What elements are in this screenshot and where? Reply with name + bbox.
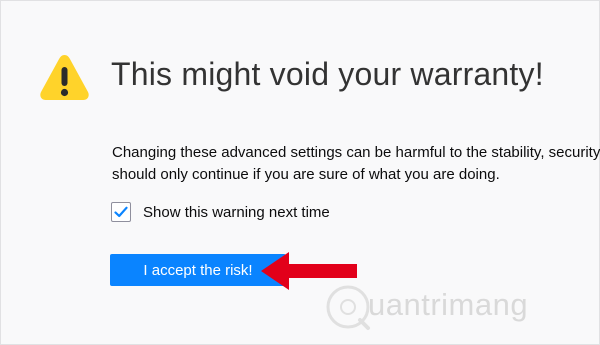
warning-description: Changing these advanced settings can be … [112, 142, 600, 186]
watermark-text: uantrimang [368, 287, 529, 322]
checkmark-icon [114, 206, 128, 218]
show-warning-label[interactable]: Show this warning next time [143, 204, 330, 221]
warning-icon [40, 55, 89, 100]
show-warning-checkbox[interactable] [111, 202, 131, 222]
page-title: This might void your warranty! [111, 56, 544, 92]
description-line-2: should only continue if you are sure of … [112, 166, 500, 183]
show-warning-option[interactable]: Show this warning next time [111, 201, 330, 223]
description-line-1: Changing these advanced settings can be … [112, 144, 600, 161]
